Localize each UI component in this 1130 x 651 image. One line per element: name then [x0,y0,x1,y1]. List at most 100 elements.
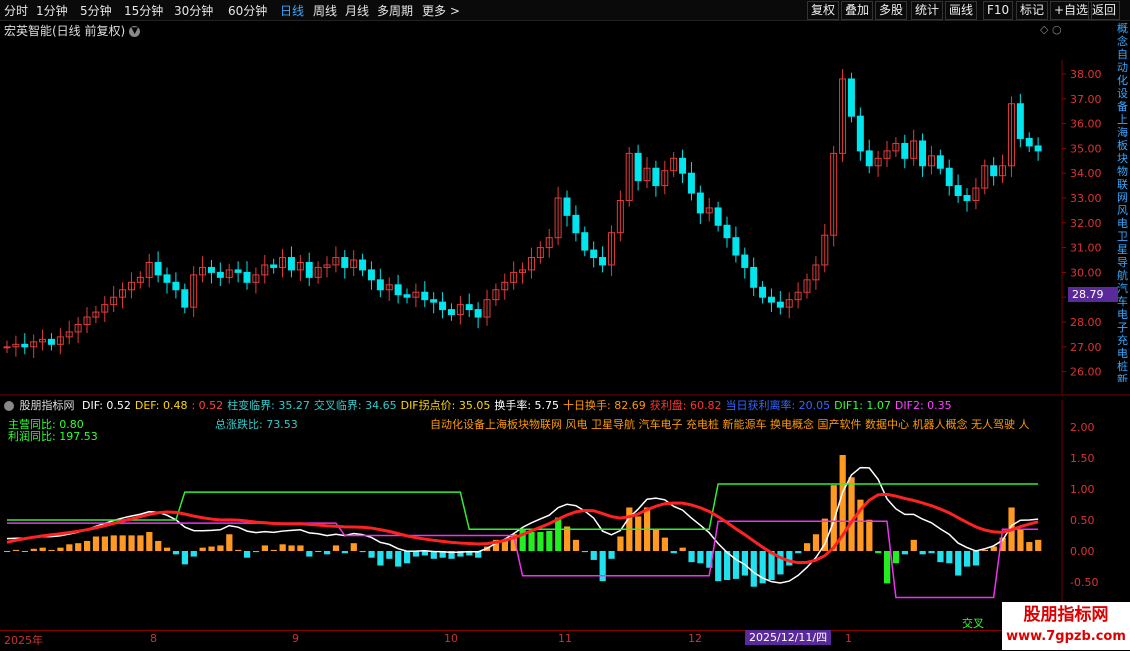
candle-body [776,301,784,308]
price-tick: 28.00 [1070,316,1102,329]
date-label: 2025年 [4,634,43,647]
price-tick: 32.00 [1070,217,1102,230]
histogram-bar [786,551,793,566]
indicator-panel [4,455,1042,599]
histogram-bar [564,526,571,551]
candle-body [990,165,998,177]
price-tick: 34.00 [1070,167,1102,180]
indicator-tick: 1.00 [1070,483,1095,496]
period-tab-daily[interactable]: 日线 [280,2,304,19]
candle-body [439,301,447,311]
candle-body [394,284,402,296]
candle-body [732,237,740,256]
histogram-bar [57,547,64,551]
histogram-bar [155,540,162,551]
histogram-bar [661,537,668,551]
candle-body [216,271,224,278]
histogram-bar [546,530,553,551]
indicator-fields: DIF: 0.52 DEF: 0.48: 0.52 柱变临界: 35.27 交叉临界:… [82,399,956,412]
diamond-icon[interactable]: ◇ [1040,23,1049,36]
histogram-bar [528,532,535,551]
histogram-bar [359,551,366,553]
histogram-bar [964,551,971,567]
period-tab-monthly[interactable]: 月线 [345,2,369,19]
candle-body [723,224,731,239]
dif-line [6,466,1039,584]
histogram-bar [697,551,704,564]
chart-area: 38.00 37.00 36.00 35.00 34.00 33.00 32.00 31.00… [0,23,1130,630]
candle-body [1016,103,1024,139]
overlay-button[interactable]: 叠加 [841,1,874,20]
period-tab-timeshare[interactable]: 分时 [4,2,28,19]
statistics-button[interactable]: 统计 [911,1,944,20]
date-label: 10 [444,632,458,645]
circle-icon[interactable]: ○ [1052,23,1062,36]
candle-body [679,157,687,174]
period-tab-15min[interactable]: 15分钟 [124,2,163,19]
candle-body [181,289,189,308]
candle-body [687,172,695,194]
period-tab-5min[interactable]: 5分钟 [80,2,112,19]
histogram-bar [892,551,900,564]
candle-body [1034,145,1042,152]
candle-body [590,249,598,259]
candle-body [47,338,55,345]
candle-body [3,346,11,349]
candle-body [163,274,171,283]
candle-body [714,207,722,226]
candle-body [741,254,749,268]
back-button[interactable]: 返回 [1088,1,1121,20]
period-tab-60min[interactable]: 60分钟 [228,2,267,19]
histogram-bar [670,551,677,554]
indicator-field: 换手率: 5.75 [494,399,560,412]
histogram-bar [350,543,357,551]
candle-body [305,261,313,278]
candle-body [465,304,473,311]
add-watchlist-button[interactable]: +自选 [1050,1,1093,20]
chevron-down-icon[interactable] [4,401,14,411]
histogram-bar [572,539,580,551]
candle-body [901,142,909,159]
period-tab-multi[interactable]: 多周期 [377,2,413,19]
histogram-bar [75,543,82,551]
indicator-field: DIF1: 1.07 [834,399,891,412]
concept-list: 自动化设备上海板块物联网 风电 卫星导航 汽车电子 充电桩 新能源车 换电概念 … [430,418,1030,431]
histogram-bar [590,551,597,560]
candle-body [572,214,580,234]
histogram-bar [537,532,544,551]
histogram-bar [128,535,135,551]
histogram-bar [1035,539,1042,551]
candle-body [750,266,758,288]
histogram-bar [244,551,251,558]
indicator-field: 柱变临界: 35.27 [227,399,310,412]
draw-line-button[interactable]: 画线 [945,1,978,20]
watermark-url: www.7gpzb.com [1006,629,1126,644]
period-tab-more[interactable]: 更多 > [422,2,460,19]
histogram-bar [84,540,91,551]
f10-button[interactable]: F10 [983,1,1014,20]
histogram-bar [199,547,206,551]
histogram-bar [137,535,144,551]
multi-stock-button[interactable]: 多股 [875,1,908,20]
histogram-bar [181,551,188,565]
histogram-bar [288,545,295,551]
histogram-bar [270,549,277,551]
histogram-bar [795,551,802,554]
candle-body [759,286,767,298]
mark-button[interactable]: 标记 [1016,1,1049,20]
candle-body [945,167,953,187]
histogram-bar [4,551,11,552]
period-tab-weekly[interactable]: 周线 [313,2,337,19]
price-tick: 37.00 [1070,93,1102,106]
indicator-axis: 2.00 1.50 1.00 0.50 0.00 -0.50 [1070,421,1098,589]
indicator-header: 股朋指标网 DIF: 0.52 DEF: 0.48: 0.52 柱变临界: 35.2… [4,397,960,413]
date-label: 9 [292,632,299,645]
histogram-bar [217,545,224,551]
adjust-button[interactable]: 复权 [807,1,840,20]
period-tab-1min[interactable]: 1分钟 [36,2,68,19]
histogram-bar [386,551,393,559]
candle-body [430,299,438,303]
cross-label: 交叉 [962,617,984,630]
period-tab-30min[interactable]: 30分钟 [174,2,213,19]
candle-body [270,264,278,268]
